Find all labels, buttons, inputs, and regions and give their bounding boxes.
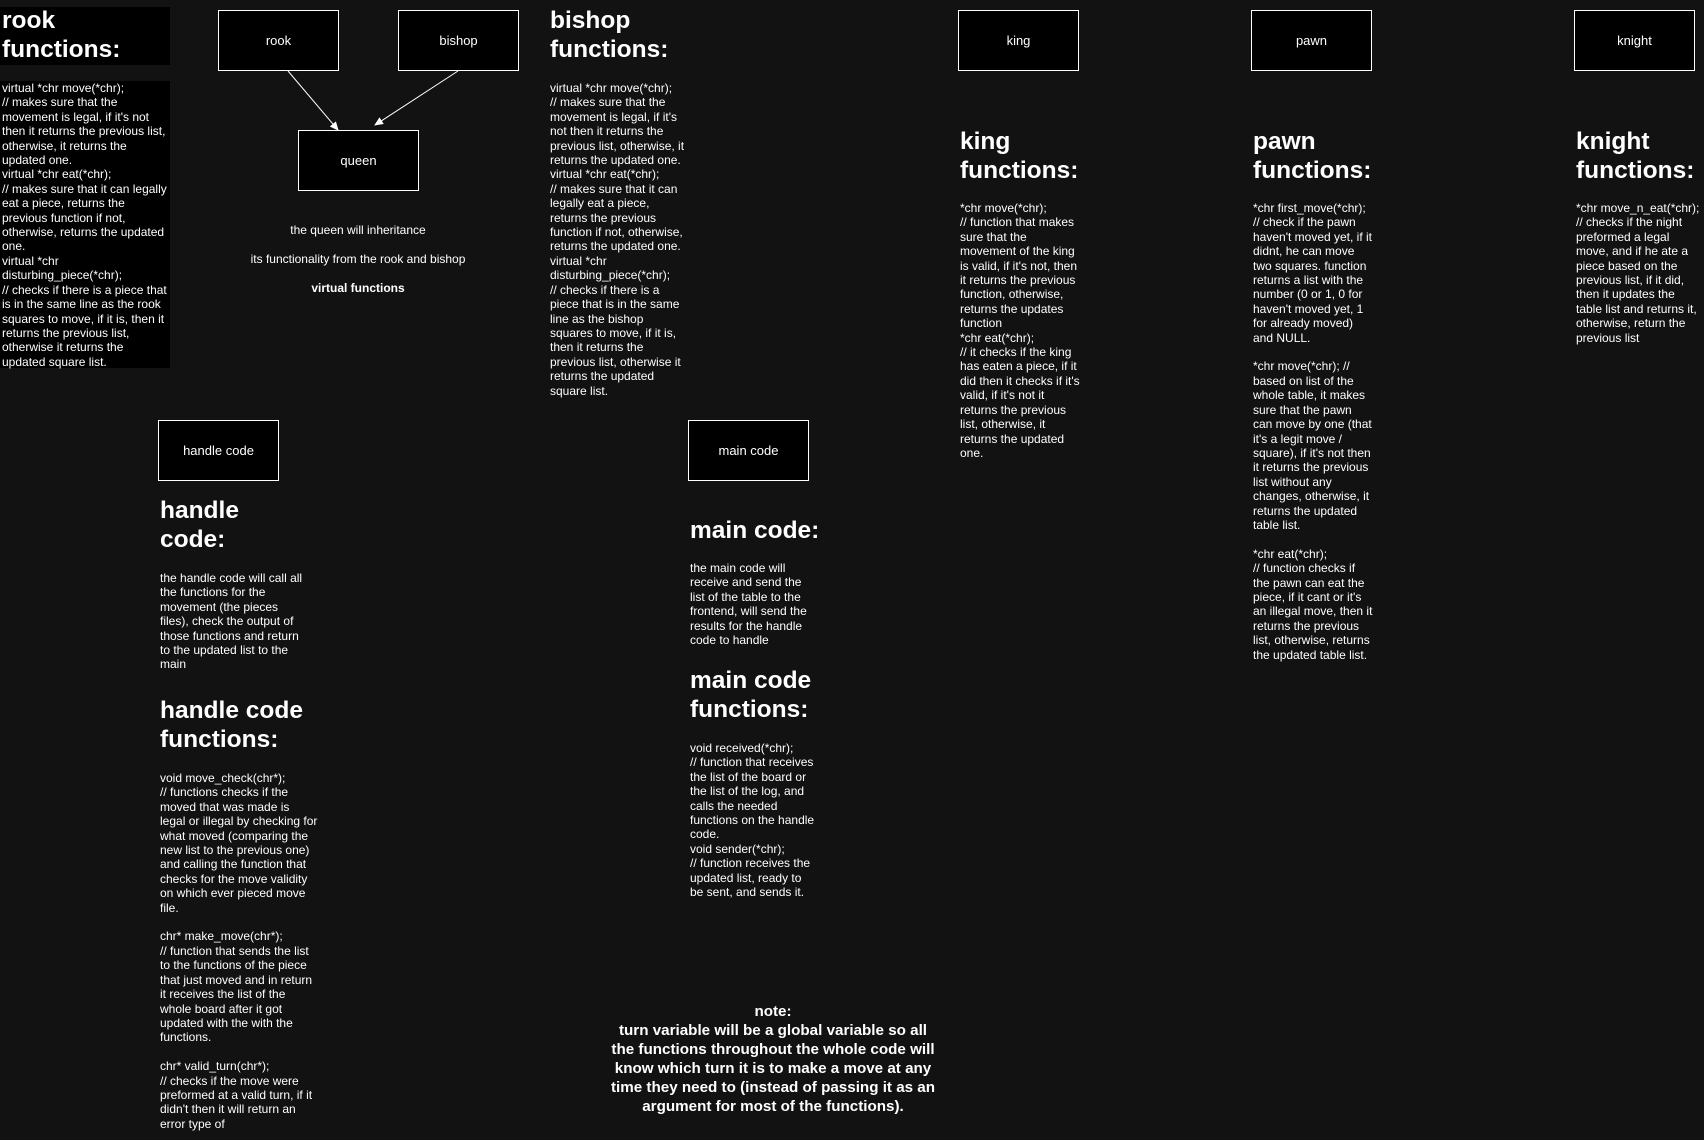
edge-bishop-to-queen: [374, 70, 459, 126]
handle-code-node[interactable]: handle code: [158, 420, 279, 481]
global-turn-note: note: turn variable will be a global var…: [610, 1003, 936, 1115]
bishop-functions-title: bishop functions:: [550, 7, 669, 63]
handle-code-functions-title: handle code functions:: [160, 697, 303, 753]
queen-note-line3: virtual functions: [311, 281, 405, 296]
main-code-functions-title: main code functions:: [690, 667, 812, 723]
main-code-functions-text: void received(*chr); // function that re…: [690, 741, 815, 900]
rook-functions-title: rook functions:: [2, 7, 121, 63]
main-code-title: main code:: [690, 517, 820, 544]
pawn-functions-text: *chr first_move(*chr); // check if the p…: [1253, 201, 1373, 662]
queen-node[interactable]: queen: [298, 130, 419, 191]
king-functions-title: king functions:: [960, 128, 1079, 184]
queen-note-line2: its functionality from the rook and bish…: [250, 252, 466, 267]
knight-functions-title: knight functions:: [1576, 128, 1695, 184]
bishop-functions-text: virtual *chr move(*chr); // makes sure t…: [550, 81, 685, 398]
knight-node[interactable]: knight: [1574, 10, 1695, 71]
king-node[interactable]: king: [958, 10, 1079, 71]
king-functions-text: *chr move(*chr); // function that makes …: [960, 201, 1080, 460]
handle-code-title: handle code:: [160, 497, 239, 553]
handle-code-functions-text: void move_check(chr*); // functions chec…: [160, 771, 318, 1131]
edge-rook-to-queen: [287, 70, 339, 131]
main-code-node[interactable]: main code: [688, 420, 809, 481]
rook-node[interactable]: rook: [218, 10, 339, 71]
handle-code-text: the handle code will call all the functi…: [160, 571, 303, 672]
pawn-node[interactable]: pawn: [1251, 10, 1372, 71]
pawn-functions-title: pawn functions:: [1253, 128, 1372, 184]
queen-note-line1: the queen will inheritance: [290, 223, 426, 238]
queen-note: the queen will inheritance its functiona…: [238, 209, 478, 310]
bishop-node[interactable]: bishop: [398, 10, 519, 71]
main-code-text: the main code will receive and send the …: [690, 561, 807, 648]
rook-functions-text: virtual *chr move(*chr); // makes sure t…: [2, 81, 167, 369]
knight-functions-text: *chr move_n_eat(*chr); // checks if the …: [1576, 201, 1700, 345]
